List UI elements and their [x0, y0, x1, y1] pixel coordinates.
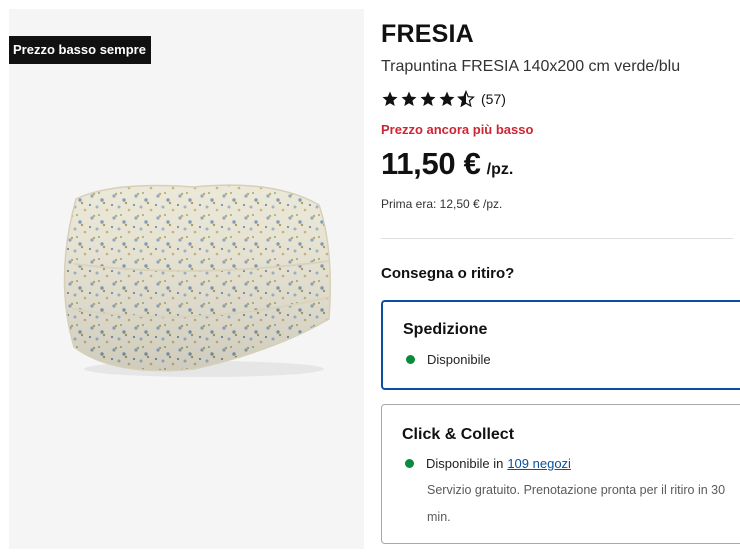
price: 11,50 € /pz. — [381, 146, 513, 182]
click-collect-option[interactable]: Click & Collect Disponibile in 109 negoz… — [381, 404, 740, 544]
stores-link[interactable]: 109 negozi — [507, 456, 571, 471]
price-label: Prezzo ancora più basso — [381, 122, 534, 137]
product-description: Trapuntina FRESIA 140x200 cm verde/blu — [381, 58, 681, 75]
rating-count: (57) — [481, 91, 506, 107]
click-collect-status: Disponibile in — [426, 456, 504, 471]
quilt-product-image[interactable] — [44, 169, 344, 389]
divider — [381, 238, 733, 239]
star-icon — [420, 91, 436, 107]
shipping-availability: Disponibile — [406, 352, 491, 367]
delivery-question: Consegna o ritiro? — [381, 265, 515, 282]
shipping-status: Disponibile — [427, 352, 491, 367]
click-collect-note: Servizio gratuito. Prenotazione pronta p… — [427, 477, 740, 531]
shipping-option[interactable]: Spedizione Disponibile — [381, 300, 740, 390]
product-brand: FRESIA — [381, 20, 474, 48]
half-star-icon — [457, 90, 475, 108]
available-dot-icon — [406, 355, 415, 364]
price-unit: /pz. — [486, 161, 514, 178]
shipping-title: Spedizione — [403, 321, 488, 338]
rating[interactable]: (57) — [381, 89, 506, 109]
click-collect-note-line: Servizio gratuito. Prenotazione pronta p… — [427, 483, 726, 497]
star-icon — [382, 91, 398, 107]
click-collect-title: Click & Collect — [402, 426, 515, 443]
star-icon — [401, 91, 417, 107]
previous-price: Prima era: 12,50 € /pz. — [381, 197, 503, 211]
price-value: 11,50 € — [381, 146, 481, 181]
rating-stars — [381, 90, 475, 108]
price-badge: Prezzo basso sempre — [9, 36, 151, 64]
star-icon — [439, 91, 455, 107]
product-image-panel[interactable]: Prezzo basso sempre — [9, 9, 364, 549]
click-collect-availability: Disponibile in 109 negozi — [405, 456, 571, 471]
click-collect-note-line: min. — [427, 510, 451, 524]
available-dot-icon — [405, 459, 414, 468]
